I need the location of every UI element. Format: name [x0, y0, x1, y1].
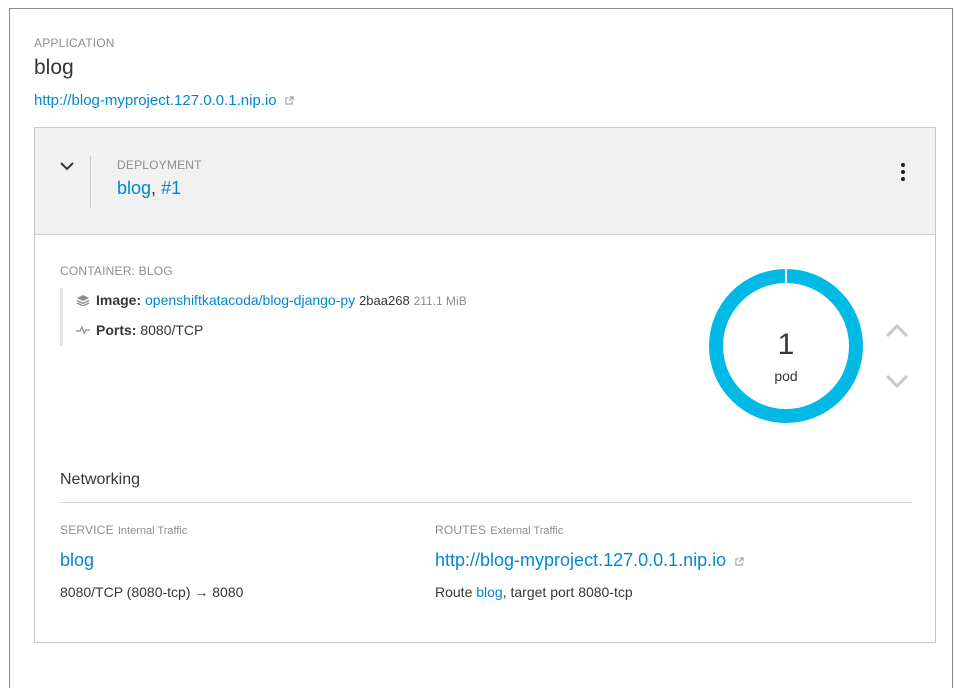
routes-caption-row: ROUTES External Traffic — [435, 523, 563, 537]
pulse-icon — [76, 325, 90, 335]
deployment-separator: , — [151, 178, 157, 198]
service-name-wrap: blog — [60, 550, 94, 571]
deployment-revision-link[interactable]: #1 — [161, 178, 181, 198]
application-url-link[interactable]: http://blog-myproject.127.0.0.1.nip.io — [34, 92, 277, 109]
networking-divider — [60, 502, 912, 503]
service-port-mapping: 8080/TCP (8080-tcp) → 8080 — [60, 584, 244, 600]
deployment-title: blog, #1 — [117, 178, 181, 199]
image-name-link[interactable]: openshiftkatacoda/blog-django-py — [145, 292, 355, 308]
image-label: Image: — [96, 292, 142, 308]
route-prefix: Route — [435, 584, 473, 600]
image-size: 211.1 MiB — [413, 294, 467, 308]
ports-label: Ports: — [96, 322, 137, 338]
route-name-link[interactable]: blog — [476, 584, 502, 600]
container-caption: CONTAINER: BLOG — [60, 264, 173, 278]
image-id: 2baa268 — [359, 293, 410, 308]
layers-icon — [76, 295, 90, 307]
route-url-wrap: http://blog-myproject.127.0.0.1.nip.io — [435, 550, 744, 571]
deployment-name-link[interactable]: blog — [117, 178, 151, 198]
application-name: blog — [34, 56, 74, 79]
chevron-down-icon[interactable] — [59, 160, 75, 172]
route-url-link[interactable]: http://blog-myproject.127.0.0.1.nip.io — [435, 550, 726, 570]
service-name-link[interactable]: blog — [60, 550, 94, 570]
pod-count: 1 — [777, 328, 795, 361]
chevron-up-icon[interactable] — [884, 322, 910, 340]
service-subcaption: Internal Traffic — [117, 525, 188, 537]
pod-label: pod — [774, 368, 798, 384]
kebab-menu-icon[interactable] — [900, 163, 906, 183]
route-description: Route blog, target port 8080-tcp — [435, 584, 633, 600]
route-suffix: , target port 8080-tcp — [502, 584, 633, 600]
routes-caption: ROUTES — [435, 523, 487, 537]
header-divider — [90, 156, 91, 208]
container-details-bar — [60, 288, 63, 346]
application-caption: APPLICATION — [34, 36, 115, 50]
external-link-icon — [735, 557, 744, 566]
routes-subcaption: External Traffic — [490, 525, 564, 537]
container-ports-row: Ports: 8080/TCP — [76, 322, 203, 338]
application-url-wrap: http://blog-myproject.127.0.0.1.nip.io — [34, 92, 294, 109]
ports-value: 8080/TCP — [140, 322, 204, 338]
deployment-header: DEPLOYMENT blog, #1 — [35, 128, 935, 235]
chevron-down-icon[interactable] — [884, 372, 910, 390]
service-caption: SERVICE — [60, 523, 114, 537]
networking-title: Networking — [60, 471, 141, 488]
service-caption-row: SERVICE Internal Traffic — [60, 523, 187, 537]
container-image-row: Image: openshiftkatacoda/blog-django-py … — [76, 292, 467, 308]
external-link-icon — [285, 96, 294, 105]
deployment-caption: DEPLOYMENT — [117, 158, 202, 172]
